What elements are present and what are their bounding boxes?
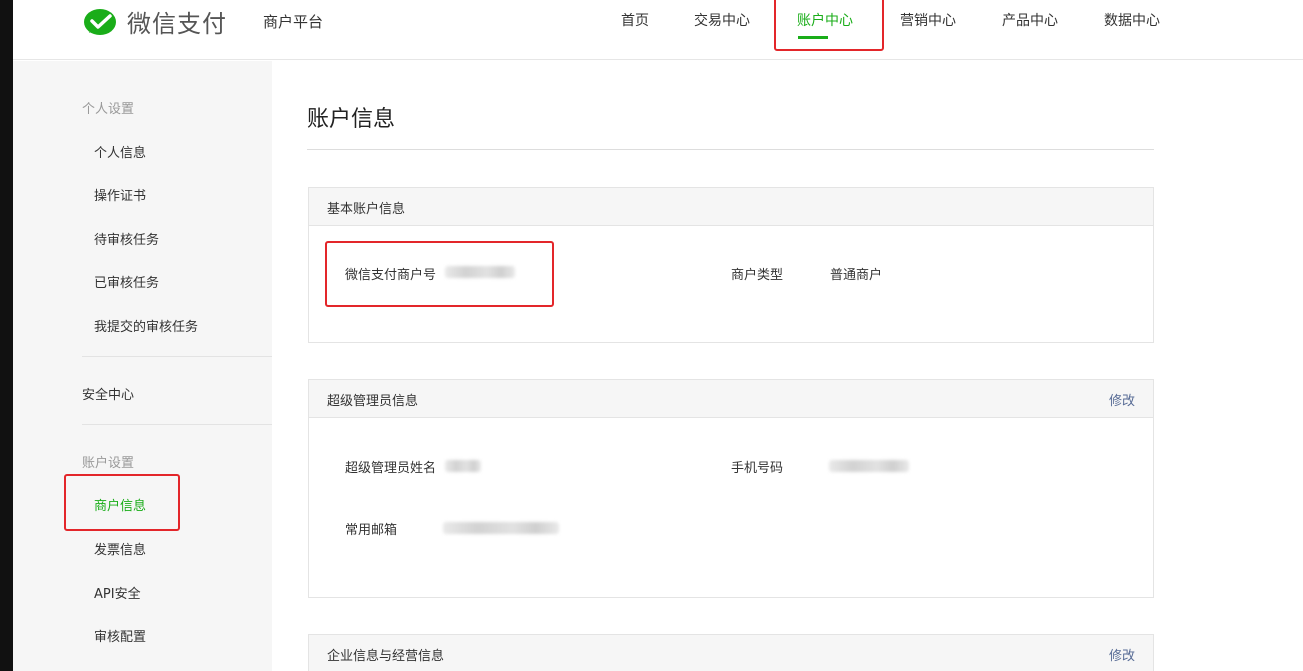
nav-account-center[interactable]: 账户中心: [797, 10, 853, 30]
basic-account-title: 基本账户信息: [327, 202, 406, 217]
phone-value-redacted: [829, 460, 909, 472]
admin-name-value-redacted: [445, 460, 481, 472]
window-edge: [0, 0, 13, 671]
admin-name-label: 超级管理员姓名: [345, 461, 437, 476]
edit-company-link[interactable]: 修改: [1109, 645, 1135, 664]
merchant-id-value-redacted: [445, 266, 515, 278]
sidebar-item-api-security[interactable]: API安全: [94, 583, 141, 602]
panel-header: 超级管理员信息 修改: [309, 380, 1153, 418]
merchant-type-label: 商户类型: [731, 268, 784, 283]
wechat-pay-logo-icon: [84, 8, 116, 35]
nav-product-center[interactable]: 产品中心: [1002, 10, 1058, 30]
sidebar-item-personal-info[interactable]: 个人信息: [94, 142, 146, 161]
nav-data-center[interactable]: 数据中心: [1104, 10, 1160, 30]
merchant-id-label: 微信支付商户号: [345, 268, 437, 283]
sidebar-item-reviewed-tasks[interactable]: 已审核任务: [94, 272, 159, 291]
super-admin-panel: 超级管理员信息 修改 超级管理员姓名 手机号码 常用邮箱: [308, 379, 1154, 598]
email-label: 常用邮箱: [345, 523, 398, 538]
email-value-redacted: [443, 522, 559, 534]
nav-home[interactable]: 首页: [621, 10, 649, 30]
sidebar-divider: [82, 424, 272, 425]
merchant-type-value: 普通商户: [830, 268, 883, 283]
sidebar-item-security[interactable]: 安全中心: [82, 384, 134, 403]
sidebar-item-submitted-tasks[interactable]: 我提交的审核任务: [94, 316, 198, 335]
nav-trade-center[interactable]: 交易中心: [694, 10, 750, 30]
sidebar: 个人设置 个人信息 操作证书 待审核任务 已审核任务 我提交的审核任务 安全中心…: [13, 61, 272, 671]
company-info-panel: 企业信息与经营信息 修改: [308, 634, 1154, 671]
sidebar-item-review-config[interactable]: 审核配置: [94, 626, 146, 645]
basic-account-panel: 基本账户信息 微信支付商户号 商户类型 普通商户: [308, 187, 1154, 343]
super-admin-title: 超级管理员信息: [327, 394, 419, 409]
phone-label: 手机号码: [731, 461, 784, 476]
nav-marketing-center[interactable]: 营销中心: [900, 10, 956, 30]
panel-header: 企业信息与经营信息 修改: [309, 635, 1153, 671]
sidebar-item-certificate[interactable]: 操作证书: [94, 185, 146, 204]
page-title: 账户信息: [307, 107, 396, 132]
sidebar-group-account: 账户设置: [82, 456, 135, 471]
panel-header: 基本账户信息: [309, 188, 1153, 226]
nav-active-indicator: [798, 36, 828, 39]
sidebar-item-merchant-info[interactable]: 商户信息: [94, 495, 146, 514]
wechat-pay-logo[interactable]: 微信支付: [83, 4, 227, 39]
platform-name: 商户平台: [263, 13, 324, 31]
sidebar-item-pending-tasks[interactable]: 待审核任务: [94, 229, 159, 248]
company-info-title: 企业信息与经营信息: [327, 649, 445, 664]
brand-name: 微信支付: [127, 10, 227, 38]
edit-admin-link[interactable]: 修改: [1109, 390, 1135, 409]
top-header: 微信支付 商户平台: [13, 0, 1303, 60]
sidebar-group-personal: 个人设置: [82, 102, 135, 117]
sidebar-divider: [82, 356, 272, 357]
sidebar-item-invoice-info[interactable]: 发票信息: [94, 539, 146, 558]
title-divider: [307, 149, 1154, 150]
